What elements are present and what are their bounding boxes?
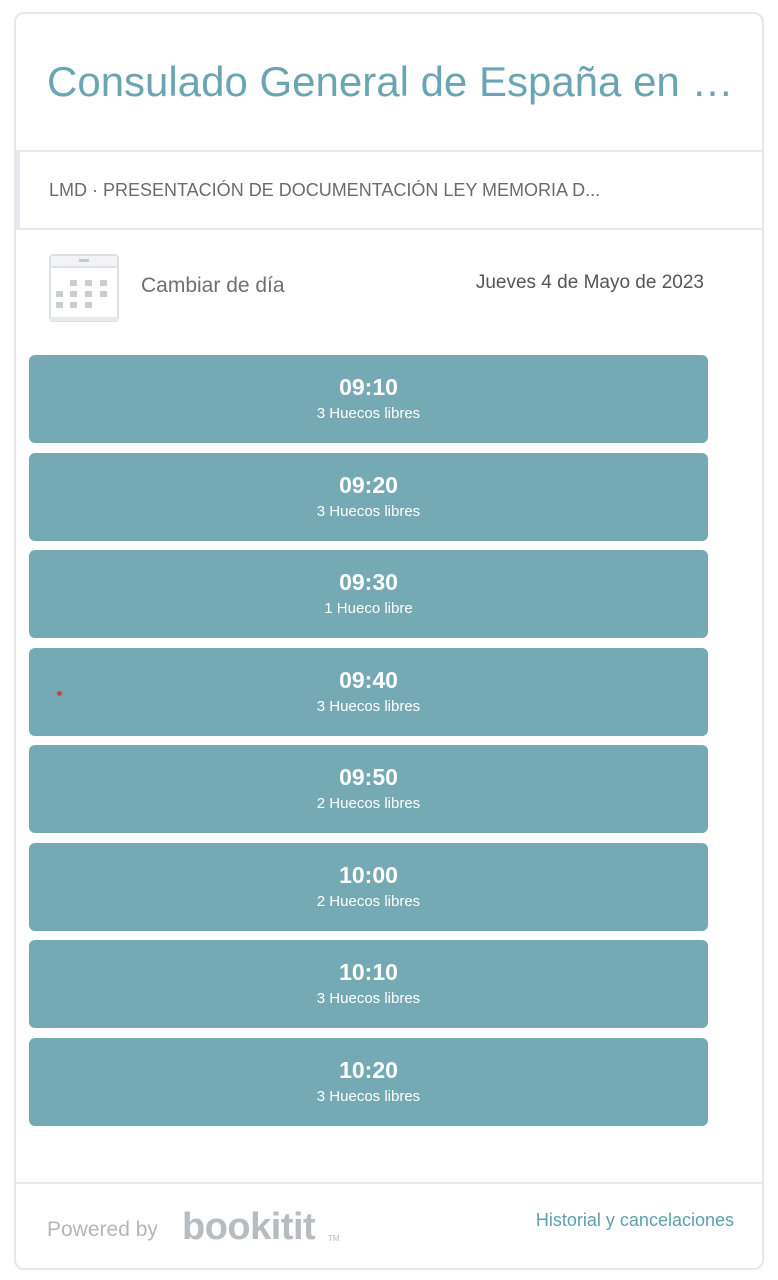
calendar-icon[interactable] — [49, 254, 119, 322]
slot-time: 09:20 — [339, 471, 398, 498]
history-cancellations-link[interactable]: Historial y cancelaciones — [536, 1210, 734, 1231]
time-slot[interactable]: 09:30 1 Hueco libre — [29, 550, 708, 638]
title-bar: Consulado General de España en L... — [16, 14, 762, 152]
change-day-link[interactable]: Cambiar de día — [141, 274, 285, 298]
time-slot[interactable]: 09:10 3 Huecos libres — [29, 355, 708, 443]
footer: Powered by bookitit TM Historial y cance… — [16, 1182, 762, 1268]
slot-time: 09:50 — [339, 764, 398, 790]
day-selector: Cambiar de día Jueves 4 de Mayo de 2023 — [16, 230, 762, 360]
bookitit-logo: bookitit — [182, 1206, 316, 1248]
service-selector[interactable]: LMD · PRESENTACIÓN DE DOCUMENTACIÓN LEY … — [16, 152, 762, 230]
time-slot[interactable]: 09:40 3 Huecos libres — [29, 647, 708, 736]
slot-time: 09:10 — [339, 374, 398, 400]
time-slot[interactable]: 10:00 2 Huecos libres — [29, 842, 708, 931]
time-slot[interactable]: 09:20 3 Huecos libres — [29, 452, 708, 541]
slot-availability: 3 Huecos libres — [316, 697, 421, 715]
slot-time: 10:10 — [339, 959, 398, 985]
slot-time: 09:40 — [339, 666, 398, 693]
slot-availability: 1 Hueco libre — [324, 600, 413, 617]
service-label: LMD · PRESENTACIÓN DE DOCUMENTACIÓN LEY … — [49, 179, 601, 200]
slot-availability: 2 Huecos libres — [316, 795, 421, 812]
slot-time: 10:20 — [339, 1056, 398, 1083]
slot-availability: 3 Huecos libres — [316, 502, 421, 520]
time-slot[interactable]: 10:20 3 Huecos libres — [29, 1037, 708, 1126]
powered-by-text: Powered by — [47, 1218, 158, 1241]
cursor-dot — [57, 691, 62, 696]
slot-time: 09:30 — [339, 569, 398, 595]
time-slot[interactable]: 10:10 3 Huecos libres — [29, 940, 708, 1028]
slot-availability: 3 Huecos libres — [316, 405, 421, 422]
slot-availability: 3 Huecos libres — [316, 990, 421, 1007]
selected-date: Jueves 4 de Mayo de 2023 — [475, 272, 704, 293]
slot-availability: 2 Huecos libres — [316, 892, 421, 910]
trademark-mark: TM — [328, 1234, 340, 1243]
page-title: Consulado General de España en L... — [47, 58, 737, 105]
time-slot-list: 09:10 3 Huecos libres 09:20 3 Huecos lib… — [29, 355, 708, 1135]
slot-time: 10:00 — [339, 861, 398, 888]
slot-availability: 3 Huecos libres — [316, 1087, 421, 1105]
time-slot[interactable]: 09:50 2 Huecos libres — [29, 745, 708, 833]
